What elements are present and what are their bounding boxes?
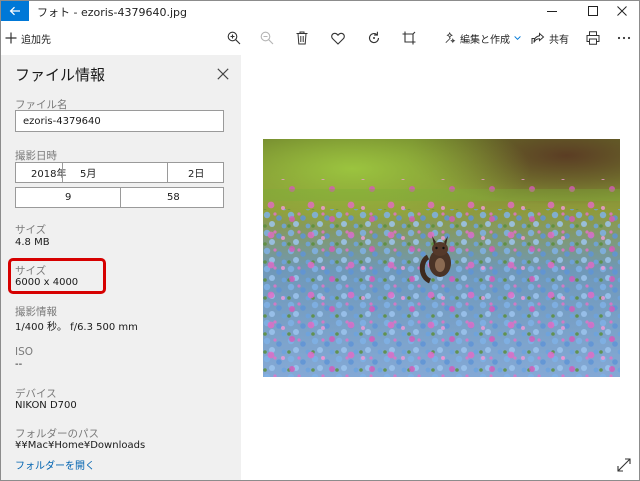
date-day[interactable]: 2日 (188, 163, 204, 182)
share-icon (531, 31, 545, 44)
time-divider (120, 188, 121, 207)
time-field[interactable]: 9 58 (15, 187, 224, 208)
date-month[interactable]: 5月 (80, 163, 96, 182)
add-to-label: 追加先 (21, 34, 51, 46)
file-name-field[interactable]: ezoris-4379640 (15, 110, 224, 132)
file-info-panel: ファイル情報 ファイル名 ezoris-4379640 撮影日時 2018年 5… (1, 55, 241, 480)
expand-button[interactable] (615, 456, 633, 474)
shooting-info-label: 撮影情報 (15, 306, 57, 318)
delete-button[interactable] (291, 21, 313, 55)
device-value: NIKON D700 (15, 400, 77, 411)
plus-icon (5, 32, 17, 44)
window-title: フォト - ezoris-4379640.jpg (37, 6, 188, 19)
edit-create-button[interactable]: 編集と作成 (445, 21, 521, 55)
date-label: 撮影日時 (15, 150, 57, 162)
title-bar: フォト - ezoris-4379640.jpg (1, 1, 639, 21)
zoom-in-button[interactable] (223, 21, 245, 55)
photo-image (263, 139, 620, 377)
add-to-button[interactable]: 追加先 (5, 21, 57, 55)
folder-path-label: フォルダーのパス (15, 428, 99, 440)
minimize-icon (547, 11, 557, 12)
print-icon (586, 31, 600, 45)
iso-value: -- (15, 359, 23, 370)
close-icon (217, 68, 229, 80)
date-divider (167, 163, 168, 182)
close-window-button[interactable] (605, 1, 639, 21)
crop-button[interactable] (398, 21, 420, 55)
file-name-value: ezoris-4379640 (23, 115, 101, 127)
panel-title: ファイル情報 (15, 66, 106, 84)
panel-close-button[interactable] (213, 64, 233, 84)
open-folder-link[interactable]: フォルダーを開く (15, 457, 95, 472)
rotate-icon (368, 31, 380, 44)
expand-icon (617, 458, 631, 472)
share-label: 共有 (549, 34, 569, 46)
more-button[interactable] (613, 21, 635, 55)
edit-create-icon (445, 32, 456, 44)
photo-squirrel-flowers[interactable] (263, 139, 620, 377)
close-icon (617, 6, 627, 16)
device-label: デバイス (15, 388, 57, 400)
photos-app-window: フォト - ezoris-4379640.jpg 追加先 編集と作成 共有 ファ… (0, 0, 640, 481)
chevron-down-icon (514, 36, 521, 41)
toolbar: 追加先 編集と作成 共有 (1, 21, 639, 55)
date-divider (62, 163, 63, 182)
heart-icon (331, 32, 345, 45)
folder-path-value: ¥¥Mac¥Home¥Downloads (15, 440, 146, 451)
size-value: 4.8 MB (15, 237, 50, 248)
more-icon (617, 36, 631, 40)
back-arrow-icon (9, 6, 20, 16)
maximize-icon (588, 6, 598, 16)
share-button[interactable]: 共有 (531, 21, 571, 55)
minimize-button[interactable] (535, 1, 569, 21)
iso-label: ISO (15, 346, 34, 358)
rotate-button[interactable] (363, 21, 385, 55)
edit-create-label: 編集と作成 (459, 34, 510, 46)
zoom-out-button[interactable] (256, 21, 278, 55)
size-label: サイズ (15, 224, 47, 236)
time-minute[interactable]: 58 (167, 188, 180, 207)
zoom-out-icon (260, 31, 274, 45)
print-button[interactable] (582, 21, 604, 55)
highlight-box (8, 258, 106, 294)
crop-icon (402, 31, 416, 45)
back-button[interactable] (1, 1, 29, 21)
favorite-button[interactable] (327, 21, 349, 55)
shooting-info-value: 1/400 秒。 f/6.3 500 mm (15, 322, 138, 333)
trash-icon (296, 31, 308, 45)
date-field[interactable]: 2018年 5月 2日 (15, 162, 224, 183)
zoom-in-icon (227, 31, 241, 45)
time-hour[interactable]: 9 (65, 188, 71, 207)
